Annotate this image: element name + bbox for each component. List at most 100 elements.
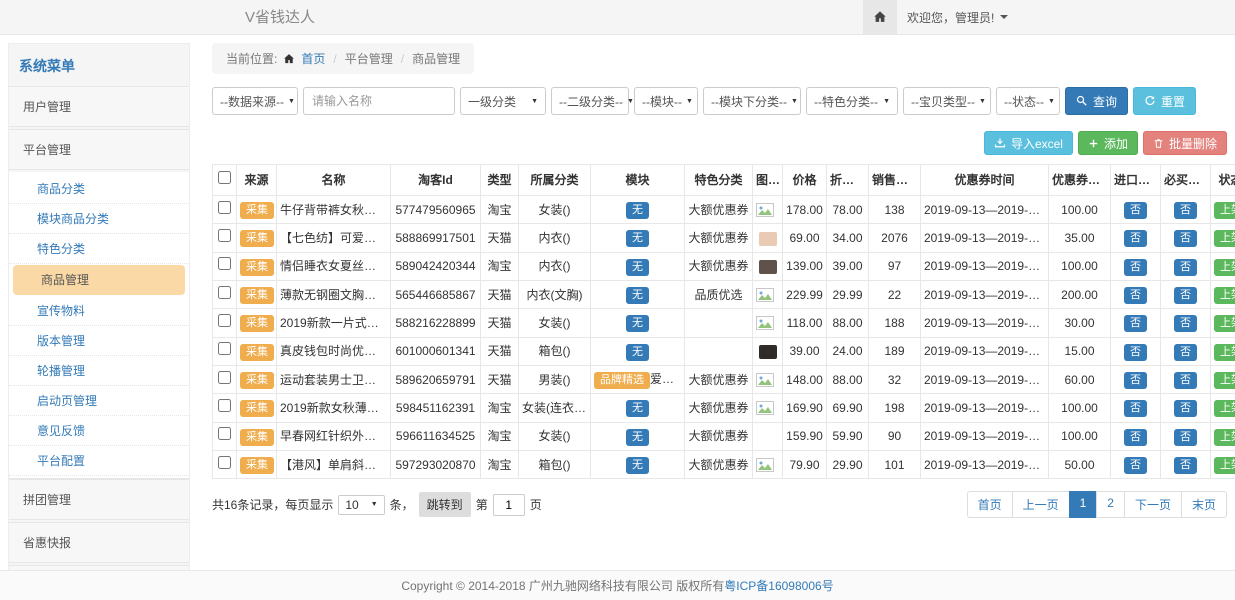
must-buy-toggle[interactable]: 否 (1174, 429, 1197, 446)
status-badge[interactable]: 上架 (1214, 259, 1235, 276)
import-pick-toggle[interactable]: 否 (1124, 315, 1147, 332)
filter-select[interactable]: --二级分类--▼ (551, 87, 629, 115)
column-header: 进口优选 (1111, 165, 1161, 196)
import-pick-toggle[interactable]: 否 (1124, 202, 1147, 219)
select-all-checkbox[interactable] (218, 171, 231, 184)
sales-cell: 188 (869, 309, 921, 337)
row-checkbox[interactable] (218, 257, 231, 270)
sidebar-item[interactable]: 平台配置 (9, 446, 189, 476)
must-buy-toggle[interactable]: 否 (1174, 287, 1197, 304)
row-checkbox[interactable] (218, 229, 231, 242)
page-link[interactable]: 末页 (1181, 491, 1227, 518)
sidebar-item[interactable]: 版本管理 (9, 326, 189, 356)
sidebar-item[interactable]: 特色分类 (9, 234, 189, 264)
filter-select[interactable]: --模块--▼ (634, 87, 698, 115)
status-badge[interactable]: 上架 (1214, 372, 1235, 389)
must-buy-toggle[interactable]: 否 (1174, 259, 1197, 276)
must-buy-toggle[interactable]: 否 (1174, 202, 1197, 219)
per-page-select[interactable]: 10 ▼ (338, 495, 384, 515)
page-number-input[interactable] (493, 494, 525, 516)
import-pick-toggle[interactable]: 否 (1124, 429, 1147, 446)
page-link[interactable]: 1 (1069, 491, 1098, 518)
batch-delete-button[interactable]: 批量删除 (1143, 131, 1227, 155)
must-buy-toggle[interactable]: 否 (1174, 372, 1197, 389)
row-checkbox[interactable] (218, 371, 231, 384)
status-badge[interactable]: 上架 (1214, 400, 1235, 417)
search-button[interactable]: 查询 (1065, 87, 1128, 115)
page-link[interactable]: 首页 (967, 491, 1013, 518)
row-checkbox[interactable] (218, 399, 231, 412)
column-header: 所属分类 (519, 165, 591, 196)
chevron-down-icon: ▼ (531, 98, 538, 105)
filter-select[interactable]: --模块下分类--▼ (703, 87, 801, 115)
row-checkbox[interactable] (218, 427, 231, 440)
filter-select[interactable]: --数据来源--▼ (212, 87, 298, 115)
import-excel-button[interactable]: 导入excel (984, 131, 1073, 155)
must-buy-toggle[interactable]: 否 (1174, 315, 1197, 332)
taoke-id-cell: 598451162391 (391, 394, 481, 422)
import-pick-toggle[interactable]: 否 (1124, 287, 1147, 304)
category-cell: 内衣() (519, 224, 591, 252)
sidebar-group[interactable]: 拼团管理 (9, 479, 189, 520)
user-menu[interactable]: 欢迎您，管理员! (897, 9, 1018, 26)
jump-button[interactable]: 跳转到 (419, 492, 471, 517)
sidebar-item[interactable]: 商品分类 (9, 174, 189, 204)
must-buy-toggle[interactable]: 否 (1174, 230, 1197, 247)
import-pick-toggle[interactable]: 否 (1124, 400, 1147, 417)
home-button[interactable] (863, 0, 897, 34)
app-title: V省钱达人 (245, 0, 315, 35)
image-placeholder-icon (756, 373, 779, 387)
status-badge[interactable]: 上架 (1214, 344, 1235, 361)
icon-cell (753, 365, 783, 393)
row-checkbox[interactable] (218, 286, 231, 299)
sidebar-item[interactable]: 轮播管理 (9, 356, 189, 386)
table-row: 采集运动套装男士卫衣初秋...589620659791天猫男装()品牌精选爱上运… (213, 365, 1235, 393)
page-link[interactable]: 上一页 (1012, 491, 1070, 518)
row-checkbox[interactable] (218, 201, 231, 214)
sidebar-group[interactable]: 平台管理 (9, 129, 189, 170)
import-pick-toggle[interactable]: 否 (1124, 344, 1147, 361)
page-link[interactable]: 2 (1096, 491, 1125, 518)
filter-select[interactable]: 一级分类▼ (460, 87, 546, 115)
must-buy-toggle[interactable]: 否 (1174, 457, 1197, 474)
special-category-cell: 大额优惠券 (685, 450, 753, 478)
status-badge[interactable]: 上架 (1214, 287, 1235, 304)
must-buy-toggle[interactable]: 否 (1174, 344, 1197, 361)
status-badge[interactable]: 上架 (1214, 202, 1235, 219)
price-cell: 178.00 (783, 196, 827, 224)
status-badge[interactable]: 上架 (1214, 457, 1235, 474)
row-select-cell (213, 196, 237, 224)
sidebar-item[interactable]: 模块商品分类 (9, 204, 189, 234)
name-search-input[interactable] (303, 87, 455, 115)
status-badge[interactable]: 上架 (1214, 230, 1235, 247)
filter-select[interactable]: --特色分类--▼ (806, 87, 898, 115)
sidebar-item[interactable]: 宣传物料 (9, 296, 189, 326)
reset-button[interactable]: 重置 (1133, 87, 1196, 115)
breadcrumb-home-link[interactable]: 首页 (301, 50, 325, 67)
row-checkbox[interactable] (218, 314, 231, 327)
filter-select[interactable]: --宝贝类型--▼ (903, 87, 991, 115)
add-button[interactable]: 添加 (1078, 131, 1138, 155)
row-checkbox[interactable] (218, 342, 231, 355)
import-pick-cell: 否 (1111, 394, 1161, 422)
icp-link[interactable]: 粤ICP备16098006号 (724, 577, 833, 594)
import-pick-cell: 否 (1111, 450, 1161, 478)
sidebar-item[interactable]: 商品管理 (13, 265, 185, 295)
row-checkbox[interactable] (218, 456, 231, 469)
import-pick-toggle[interactable]: 否 (1124, 372, 1147, 389)
search-button-label: 查询 (1093, 93, 1117, 110)
sidebar-group[interactable]: 用户管理 (9, 86, 189, 127)
sidebar-group[interactable]: 省惠快报 (9, 522, 189, 563)
status-badge[interactable]: 上架 (1214, 429, 1235, 446)
sidebar-item[interactable]: 启动页管理 (9, 386, 189, 416)
import-pick-toggle[interactable]: 否 (1124, 230, 1147, 247)
filter-select[interactable]: --状态--▼ (996, 87, 1060, 115)
page-link[interactable]: 下一页 (1124, 491, 1182, 518)
discount-price-cell: 29.90 (827, 450, 869, 478)
must-buy-toggle[interactable]: 否 (1174, 400, 1197, 417)
import-pick-toggle[interactable]: 否 (1124, 457, 1147, 474)
row-select-cell (213, 309, 237, 337)
status-badge[interactable]: 上架 (1214, 315, 1235, 332)
sidebar-item[interactable]: 意见反馈 (9, 416, 189, 446)
import-pick-toggle[interactable]: 否 (1124, 259, 1147, 276)
